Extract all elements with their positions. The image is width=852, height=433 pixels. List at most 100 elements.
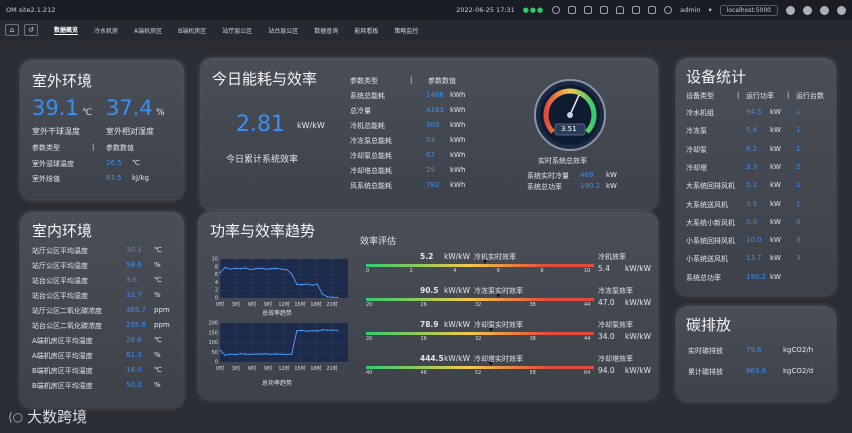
back-icon[interactable]: ↺ — [24, 24, 38, 36]
nav-item-query[interactable]: 数据查询 — [314, 26, 338, 35]
indoor-title: 室内环境 — [32, 222, 93, 240]
energy-row-unit: kWh — [450, 136, 466, 144]
data-point — [250, 268, 252, 271]
data-point — [244, 353, 247, 355]
indoor-row-value: 465.7 — [126, 306, 147, 314]
data-point — [224, 354, 226, 356]
chevron-down-icon[interactable]: ▾ — [709, 6, 712, 14]
stats-row-label: 冷冻泵 — [686, 127, 707, 136]
energy-row-unit: kWh — [450, 91, 466, 99]
indoor-row-label: 站台公区平均温度 — [32, 277, 88, 285]
eval-right-label: 冷却塔效率 — [598, 355, 633, 363]
outdoor-header-value: 参数数值 — [106, 144, 134, 152]
outdoor-row-unit: kJ/kg — [132, 174, 149, 182]
data-point — [234, 353, 237, 356]
indoor-row-unit: % — [154, 381, 161, 389]
data-point — [306, 330, 308, 332]
data-point — [331, 296, 334, 298]
data-point — [337, 296, 339, 299]
calendar-icon[interactable] — [584, 6, 593, 14]
logo-mark-icon: ⟨○ — [8, 409, 24, 424]
x-tick-label: 3时 — [232, 365, 240, 372]
chart1-label: 总效率趋势 — [262, 310, 293, 317]
energy-row-value: 1486 — [426, 91, 444, 99]
nav-item-b-room[interactable]: B端机房区 — [178, 26, 206, 35]
eval-tick: 58 — [529, 370, 536, 376]
bell-icon[interactable] — [616, 6, 625, 14]
outdoor-temp-label: 室外干球温度 — [32, 127, 80, 136]
eval-marker-icon — [489, 362, 494, 366]
outdoor-header-type: 参数类型 — [32, 144, 60, 152]
energy-row-label: 系统总能耗 — [350, 92, 385, 100]
status-dots-icon: ●●● — [522, 6, 545, 14]
close-icon[interactable] — [837, 5, 846, 15]
indoor-row-unit: ppm — [154, 321, 170, 329]
stats-row-label: 小系统送风机 — [686, 255, 728, 264]
power-trend-chart: 0 50 100 150 200 0时 3时 6时 9时 12时 15时 18时 21时 — [208, 321, 348, 372]
stats-row-label: 系统总功率 — [686, 273, 721, 282]
data-point — [229, 353, 231, 355]
energy-row-label: 冷却塔总能耗 — [350, 167, 392, 175]
stats-row-power: 5.2 — [746, 181, 758, 190]
nav-item-hall[interactable]: 站厅层公区 — [222, 26, 252, 35]
url-field[interactable]: localhost:5000 — [719, 4, 778, 16]
data-point — [285, 353, 288, 356]
outdoor-row-label: 室外湿球温度 — [32, 160, 74, 168]
eval-name: 冷却塔实时效率 — [474, 355, 523, 363]
data-point — [229, 268, 231, 270]
stats-row-unit: kW — [770, 199, 781, 208]
eval-title: 效率评估 — [360, 237, 397, 247]
eval-tick: 44 — [584, 336, 591, 342]
nav-item-energy-board[interactable]: 能耗看板 — [354, 26, 378, 35]
energy-header-type: 参数类型 — [350, 77, 378, 85]
user-icon[interactable] — [664, 6, 673, 14]
data-point — [331, 329, 334, 331]
nav-item-a-room[interactable]: A端机房区 — [134, 26, 162, 35]
energy-row-label: 风系统总能耗 — [350, 182, 392, 190]
clock-icon[interactable] — [552, 6, 561, 14]
outdoor-temp-unit: ℃ — [82, 108, 93, 118]
energy-row-label: 冷冻泵总能耗 — [350, 137, 392, 145]
settings-icon[interactable] — [786, 5, 795, 15]
data-point — [260, 353, 262, 355]
stats-row-power: 13.7 — [746, 254, 762, 263]
file-icon[interactable] — [632, 6, 641, 14]
data-point — [244, 267, 247, 269]
username[interactable]: admin — [680, 6, 700, 14]
indoor-row-value: 58.6 — [126, 261, 142, 269]
dashboard: 室外环境 39.1 ℃ 37.4 % 室外干球温度 室外相对湿度 参数类型 | … — [0, 40, 852, 433]
stats-title: 设备统计 — [686, 68, 747, 86]
nav-item-strategy[interactable]: 策略监控 — [394, 26, 418, 35]
eval-unit: kW/kW — [444, 354, 471, 363]
stats-row-unit: kW — [770, 254, 781, 263]
document-icon[interactable] — [600, 6, 609, 14]
carbon-panel: 碳排放 实时碳排放 79.6 kgCO2/h 累计碳排放 863.6 kgCO2… — [676, 306, 836, 402]
eval-tick: 26 — [420, 336, 427, 342]
refresh-icon[interactable] — [568, 6, 577, 14]
stats-row-count: 1 — [796, 199, 801, 208]
eval-tick: 8 — [540, 268, 544, 274]
stats-row-label: 小系统回排风机 — [686, 237, 735, 246]
data-point — [296, 330, 298, 332]
eval-tick: 10 — [584, 268, 591, 274]
nav-item-chiller-room[interactable]: 冷水机房 — [94, 26, 118, 35]
eval-tick: 52 — [475, 370, 482, 376]
download-icon[interactable] — [648, 6, 657, 14]
nav-item-platform[interactable]: 站台层公区 — [268, 26, 298, 35]
energy-row-unit: kWh — [450, 181, 466, 189]
indoor-row-value: 32.7 — [126, 291, 142, 299]
indoor-row-unit: % — [154, 351, 161, 359]
stats-row-unit: kW — [770, 126, 781, 135]
eval-tick: 46 — [420, 370, 427, 376]
stats-row-unit: kW — [770, 162, 781, 171]
energy-header-value: 参数数值 — [428, 77, 456, 85]
eval-tick: 32 — [475, 336, 482, 342]
indoor-row-value: 50.0 — [126, 381, 142, 389]
maximize-icon[interactable] — [820, 5, 829, 15]
minimize-icon[interactable] — [803, 5, 812, 15]
home-icon[interactable]: ⌂ — [5, 24, 19, 36]
x-tick-label: 21时 — [326, 365, 337, 372]
x-tick-label: 6时 — [248, 301, 256, 308]
eval-right-value: 34.0 — [598, 332, 615, 341]
nav-item-overview[interactable]: 数据概览 — [54, 25, 79, 35]
